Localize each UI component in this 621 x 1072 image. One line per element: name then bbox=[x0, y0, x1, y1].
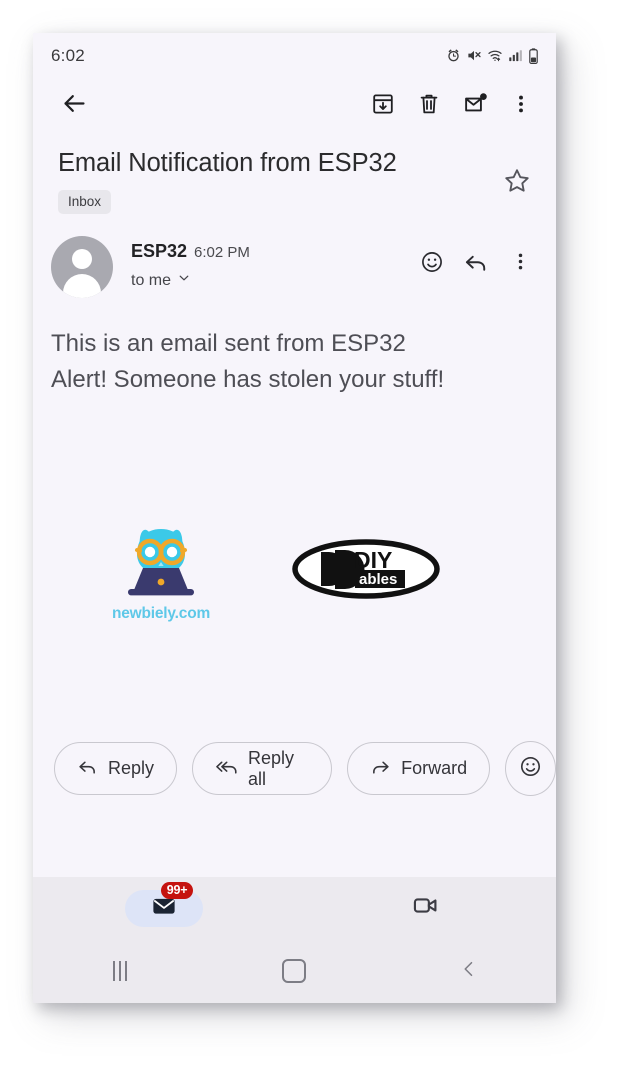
status-icon-group bbox=[446, 47, 539, 64]
subject-block: Email Notification from ESP32 Inbox bbox=[33, 134, 556, 215]
wifi-icon bbox=[487, 48, 503, 63]
signature-logos: newbiely.com DIY ables bbox=[33, 398, 556, 623]
owl-laptop-logo bbox=[118, 520, 204, 603]
nav-tab-mail[interactable]: 99+ bbox=[33, 881, 295, 927]
reply-arrow-icon bbox=[77, 756, 98, 782]
archive-button[interactable] bbox=[360, 83, 406, 129]
toolbar-overflow-button[interactable] bbox=[498, 83, 544, 129]
message-overflow-button[interactable] bbox=[498, 242, 542, 286]
phone-screen: 6:02 Email Notification from ESP32 Inbox… bbox=[33, 33, 556, 1003]
signal-icon bbox=[508, 48, 523, 63]
home-icon bbox=[282, 959, 307, 983]
battery-icon bbox=[528, 47, 539, 64]
sender-line: ESP32 6:02 PM bbox=[131, 241, 410, 262]
sender-info: ESP32 6:02 PM to me bbox=[113, 236, 410, 290]
mail-tab-pill: 99+ bbox=[124, 881, 203, 927]
mute-icon bbox=[466, 48, 482, 63]
avatar-body bbox=[63, 274, 101, 299]
newbiely-logo: newbiely.com bbox=[101, 520, 221, 623]
emoji-reaction-button[interactable] bbox=[505, 741, 556, 797]
reply-icon-button[interactable] bbox=[454, 242, 498, 286]
svg-text:DIY: DIY bbox=[354, 547, 392, 573]
sender-row: ESP32 6:02 PM to me bbox=[33, 214, 556, 299]
delete-button[interactable] bbox=[406, 83, 452, 129]
mail-unread-badge: 99+ bbox=[160, 881, 194, 899]
reply-button[interactable]: Reply bbox=[54, 742, 178, 796]
label-chip-inbox[interactable]: Inbox bbox=[58, 190, 112, 215]
system-back-button[interactable] bbox=[382, 959, 556, 984]
android-navigation-bar bbox=[33, 939, 556, 1003]
reply-all-button[interactable]: Reply all bbox=[192, 742, 333, 796]
recipient-expander[interactable]: to me bbox=[131, 271, 410, 290]
add-reaction-button[interactable] bbox=[410, 242, 454, 286]
status-bar: 6:02 bbox=[33, 33, 556, 78]
page-title: Email Notification from ESP32 bbox=[58, 149, 397, 177]
newbiely-name: newbiely.com bbox=[111, 605, 211, 623]
recents-icon bbox=[113, 961, 128, 981]
bottom-navigation: 99+ bbox=[33, 877, 556, 939]
sender-time: 6:02 PM bbox=[194, 244, 250, 262]
star-outline-icon bbox=[503, 167, 531, 200]
trash-icon bbox=[417, 92, 441, 121]
avatar-head bbox=[72, 249, 92, 270]
home-button[interactable] bbox=[207, 959, 381, 983]
more-vertical-icon bbox=[510, 93, 532, 120]
diyables-logo: DIY ables bbox=[291, 538, 441, 605]
nav-tab-meet[interactable] bbox=[295, 892, 557, 924]
chevron-down-icon bbox=[177, 271, 191, 290]
reply-button-label: Reply bbox=[108, 758, 155, 779]
forward-button[interactable]: Forward bbox=[347, 742, 491, 796]
mark-unread-button[interactable] bbox=[452, 83, 498, 129]
alarm-icon bbox=[446, 48, 461, 63]
subject-text-wrap: Email Notification from ESP32 Inbox bbox=[58, 148, 496, 215]
forward-arrow-icon bbox=[370, 756, 391, 782]
star-button[interactable] bbox=[496, 162, 538, 204]
email-body-line-2: Alert! Someone has stolen your stuff! bbox=[51, 366, 445, 394]
forward-button-label: Forward bbox=[401, 758, 468, 779]
emoji-smiley-icon bbox=[519, 755, 542, 783]
sender-name: ESP32 bbox=[131, 241, 188, 262]
reply-all-button-label: Reply all bbox=[248, 747, 295, 789]
sender-actions bbox=[410, 236, 542, 286]
video-camera-icon bbox=[412, 892, 439, 924]
back-arrow-icon bbox=[61, 90, 88, 122]
email-body: This is an email sent from ESP32 Alert! … bbox=[33, 298, 556, 398]
emoji-smiley-icon bbox=[420, 250, 444, 279]
reply-arrow-icon bbox=[463, 249, 489, 280]
reply-action-bar: Reply Reply all Forward bbox=[33, 623, 556, 797]
reply-all-arrow-icon bbox=[215, 756, 238, 782]
email-body-line-1: This is an email sent from ESP32 bbox=[51, 330, 406, 358]
avatar[interactable] bbox=[51, 236, 113, 299]
more-vertical-icon bbox=[510, 251, 531, 277]
archive-icon bbox=[371, 92, 395, 121]
email-toolbar bbox=[33, 78, 556, 134]
mark-unread-icon bbox=[463, 91, 488, 121]
status-clock: 6:02 bbox=[51, 45, 85, 65]
back-button[interactable] bbox=[51, 83, 97, 129]
recents-button[interactable] bbox=[33, 961, 207, 981]
back-chevron-icon bbox=[459, 959, 479, 984]
svg-text:ables: ables bbox=[359, 571, 397, 588]
recipient-label: to me bbox=[131, 271, 172, 289]
